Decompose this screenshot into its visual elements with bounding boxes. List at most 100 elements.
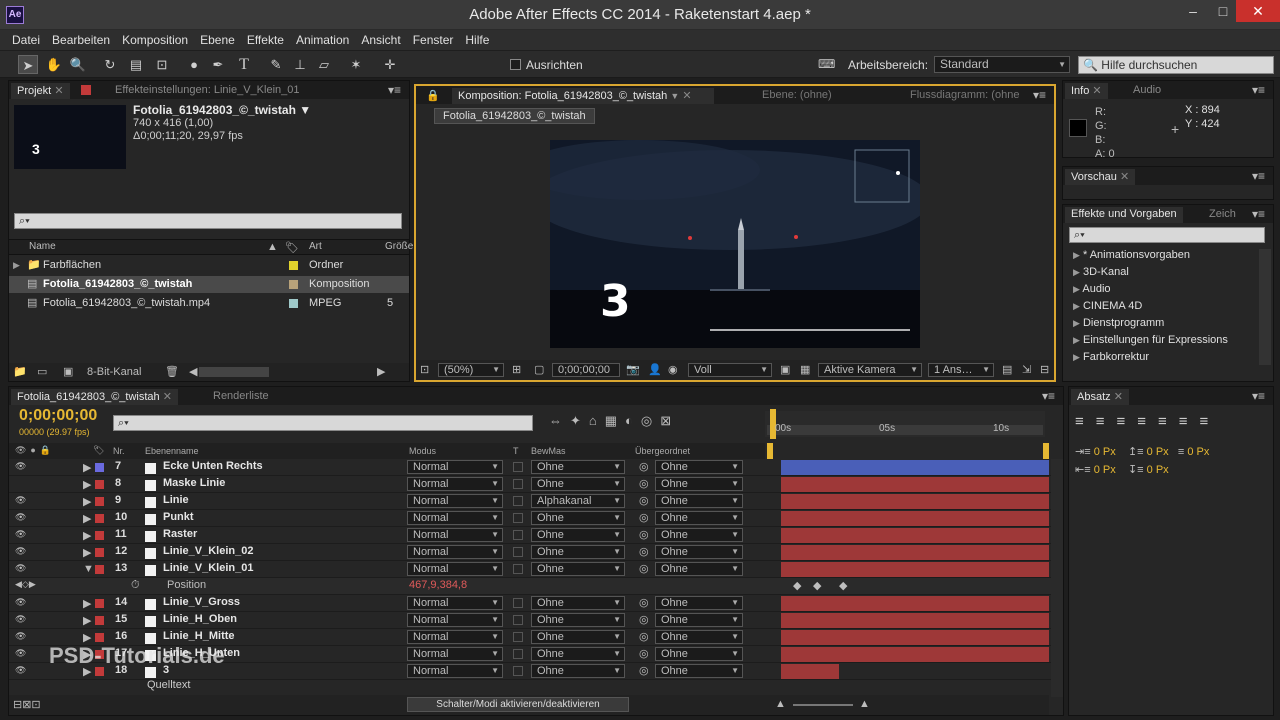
col-nr[interactable]: Nr. — [113, 446, 125, 456]
mode-dropdown[interactable]: Normal ▼ — [407, 477, 503, 491]
panel-menu-icon[interactable]: ▾≡ — [1042, 389, 1055, 403]
layer-row[interactable]: 👁 ▶ 9 Linie Normal ▼ Alphakanal ▼ ◎ Ohne ▼ — [9, 493, 1056, 510]
clone-stamp-tool-icon[interactable]: ⊥ — [290, 55, 310, 74]
layer-name[interactable]: Linie_V_Klein_02 — [163, 545, 254, 557]
eye-icon[interactable]: 👁 — [15, 529, 26, 540]
preserve-transparency-checkbox[interactable] — [513, 513, 523, 523]
col-size[interactable]: Größe — [385, 241, 413, 252]
effects-category[interactable]: ▶ Audio — [1073, 281, 1111, 298]
effects-category[interactable]: ▶ 3D-Kanal — [1073, 264, 1129, 281]
panel-menu-icon[interactable]: ▾≡ — [1252, 389, 1265, 403]
label-color-chip[interactable] — [95, 565, 104, 574]
layer-row[interactable]: 👁 ▶ 10 Punkt Normal ▼ Ohne ▼ ◎ Ohne ▼ — [9, 510, 1056, 527]
menu-item-1[interactable]: Bearbeiten — [46, 30, 116, 50]
snapshot-icon[interactable]: 📷 — [626, 363, 640, 376]
in-marker[interactable] — [767, 443, 773, 459]
expand-icon[interactable]: ▶ — [83, 546, 91, 559]
mode-dropdown[interactable]: Normal ▼ — [407, 460, 503, 474]
expand-icon[interactable]: ▶ — [83, 512, 91, 525]
parent-dropdown[interactable]: Ohne ▼ — [655, 664, 743, 678]
eye-icon[interactable]: 👁 — [15, 512, 26, 523]
timeline-switches[interactable]: ⇔✦⌂▦◐◎⊠ — [549, 413, 759, 429]
parent-dropdown[interactable]: Ohne ▼ — [655, 494, 743, 508]
expand-icon[interactable]: ▶ — [1073, 352, 1080, 362]
tab-flowchart[interactable]: Flussdiagramm: (ohne — [904, 88, 1025, 104]
track-matte-dropdown[interactable]: Ohne ▼ — [531, 613, 625, 627]
eye-icon[interactable]: 👁 — [15, 563, 26, 574]
brush-tool-icon[interactable]: ✎ — [266, 55, 286, 74]
pickwhip-icon[interactable]: ◎ — [639, 494, 649, 507]
time-ruler[interactable]: 00s 05s 10s — [765, 409, 1045, 439]
panel-menu-icon[interactable]: ▾≡ — [388, 83, 401, 97]
parent-dropdown[interactable]: Ohne ▼ — [655, 477, 743, 491]
eye-icon[interactable]: 👁 — [15, 495, 26, 506]
keyboard-icon[interactable]: ⌨ — [818, 57, 835, 71]
layer-duration-bar[interactable] — [781, 630, 1049, 645]
layer-row[interactable]: 👁 ▶ 7 Ecke Unten Rechts Normal ▼ Ohne ▼ ◎ Ohne ▼ — [9, 459, 1056, 476]
sort-icon[interactable]: ▲ — [267, 241, 278, 253]
menu-item-8[interactable]: Hilfe — [459, 30, 495, 50]
track-matte-dropdown[interactable]: Ohne ▼ — [531, 460, 625, 474]
project-search-input[interactable]: ⌕▾ — [14, 213, 402, 229]
preserve-transparency-checkbox[interactable] — [513, 496, 523, 506]
pickwhip-icon[interactable]: ◎ — [639, 596, 649, 609]
layer-duration-bar[interactable] — [781, 477, 1049, 492]
expand-icon[interactable]: ▶ — [1073, 267, 1080, 277]
alignment-buttons[interactable]: ≡≡≡≡≡≡≡ — [1075, 413, 1220, 430]
pickwhip-icon[interactable]: ◎ — [639, 460, 649, 473]
snap-checkbox[interactable] — [510, 59, 521, 70]
out-marker[interactable] — [1043, 443, 1049, 459]
panel-menu-icon[interactable]: ▾≡ — [1033, 88, 1046, 102]
expand-icon[interactable]: ▶ — [1073, 284, 1080, 294]
preserve-transparency-checkbox[interactable] — [513, 649, 523, 659]
mode-dropdown[interactable]: Normal ▼ — [407, 528, 503, 542]
tab-preview[interactable]: Vorschau ✕ — [1065, 169, 1136, 185]
pickwhip-icon[interactable]: ◎ — [639, 545, 649, 558]
keyframe-icon[interactable]: ◆ — [839, 579, 847, 592]
hand-tool-icon[interactable]: ✋ — [44, 55, 64, 74]
fast-preview-icon[interactable]: ⇲ — [1022, 363, 1031, 376]
preserve-transparency-checkbox[interactable] — [513, 564, 523, 574]
roto-brush-tool-icon[interactable]: ✶ — [346, 55, 366, 74]
composition-viewer[interactable]: 3 — [550, 140, 920, 348]
tab-effect-controls[interactable]: Effekteinstellungen: Linie_V_Klein_01 — [109, 83, 306, 99]
keyframe-nav-icon[interactable]: ◀◇▶ — [15, 579, 36, 590]
layer-row[interactable]: ▶ 8 Maske Linie Normal ▼ Ohne ▼ ◎ Ohne ▼ — [9, 476, 1056, 493]
preserve-transparency-checkbox[interactable] — [513, 615, 523, 625]
toggle-switches-button[interactable]: Schalter/Modi aktivieren/deaktivieren — [407, 697, 629, 712]
track-matte-dropdown[interactable]: Alphakanal ▼ — [531, 494, 625, 508]
shape-tool-icon[interactable]: ● — [184, 55, 204, 74]
parent-dropdown[interactable]: Ohne ▼ — [655, 613, 743, 627]
effects-search-input[interactable]: ⌕▾ — [1069, 227, 1265, 243]
effects-category[interactable]: ▶ * Animationsvorgaben — [1073, 247, 1190, 264]
parent-dropdown[interactable]: Ohne ▼ — [655, 596, 743, 610]
mode-dropdown[interactable]: Normal ▼ — [407, 613, 503, 627]
effects-category[interactable]: ▶ Farbkorrektur — [1073, 349, 1149, 366]
expand-icon[interactable]: ▶ — [83, 529, 91, 542]
track-matte-dropdown[interactable]: Ohne ▼ — [531, 545, 625, 559]
project-row[interactable]: ▶ 📁 Farbflächen Ordner — [9, 257, 409, 274]
preserve-transparency-checkbox[interactable] — [513, 462, 523, 472]
label-color-chip[interactable] — [95, 633, 104, 642]
eye-icon[interactable]: 👁 — [15, 597, 26, 608]
position-value[interactable]: 467,9,384,8 — [409, 579, 467, 591]
camera-tool-icon[interactable]: ▤ — [126, 55, 146, 74]
expand-icon[interactable]: ▶ — [83, 495, 91, 508]
preserve-transparency-checkbox[interactable] — [513, 530, 523, 540]
pickwhip-icon[interactable]: ◎ — [639, 562, 649, 575]
expand-icon[interactable]: ▶ — [83, 597, 91, 610]
parent-dropdown[interactable]: Ohne ▼ — [655, 511, 743, 525]
layer-row[interactable]: 👁 ▶ 15 Linie_H_Oben Normal ▼ Ohne ▼ ◎ Ohne ▼ — [9, 612, 1056, 629]
label-color-chip[interactable] — [95, 548, 104, 557]
menu-item-0[interactable]: Datei — [6, 30, 46, 50]
layer-duration-bar[interactable] — [781, 511, 1049, 526]
menu-item-5[interactable]: Animation — [290, 30, 355, 50]
tab-project[interactable]: Projekt ✕ — [11, 83, 70, 99]
layer-duration-bar[interactable] — [781, 528, 1049, 543]
preserve-transparency-checkbox[interactable] — [513, 547, 523, 557]
region-of-interest-icon[interactable]: ▣ — [780, 363, 790, 376]
expand-icon[interactable]: ▶ — [1073, 250, 1080, 260]
layer-name[interactable]: Linie_V_Gross — [163, 596, 240, 608]
track-matte-dropdown[interactable]: Ohne ▼ — [531, 664, 625, 678]
expand-icon[interactable]: ▶ — [1073, 335, 1080, 345]
